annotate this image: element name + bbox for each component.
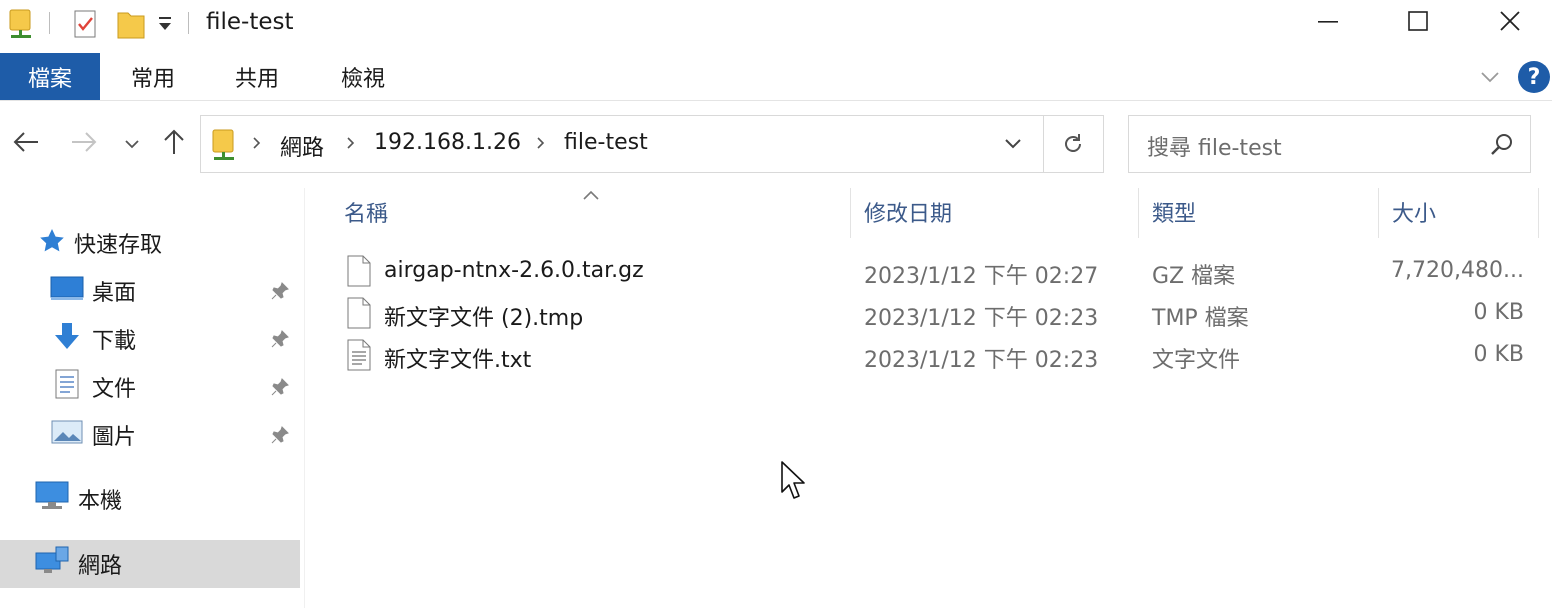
properties-check-icon[interactable]	[72, 8, 100, 44]
chevron-down-icon	[124, 135, 140, 154]
file-row[interactable]: 新文字文件.txt 2023/1/12 下午 02:23 文字文件 0 KB	[336, 335, 1536, 375]
chevron-right-icon	[345, 132, 357, 158]
file-icon	[346, 296, 372, 334]
file-name: 新文字文件.txt	[384, 348, 532, 373]
ribbon-tabs: 檔案 常用 共用 檢視 ?	[0, 53, 1562, 101]
navigation-pane: 快速存取 桌面 下載 文件 圖片 本機 網路	[0, 188, 305, 608]
file-name: 新文字文件 (2).tmp	[384, 306, 584, 331]
nav-item-this-pc[interactable]: 本機	[34, 477, 300, 521]
search-box[interactable]: 搜尋 file-test	[1128, 115, 1531, 173]
file-type: TMP 檔案	[1152, 306, 1249, 331]
title-bar: file-test	[0, 0, 1562, 48]
nav-label: 網路	[78, 554, 123, 579]
nav-label: 文件	[92, 377, 137, 402]
search-icon[interactable]	[1489, 132, 1515, 162]
nav-quick-access[interactable]: 快速存取	[38, 221, 298, 265]
forward-button[interactable]	[64, 123, 104, 165]
recent-locations-button[interactable]	[118, 123, 146, 165]
window-edge	[1552, 0, 1562, 608]
expand-ribbon-icon[interactable]	[1478, 67, 1502, 91]
file-row[interactable]: airgap-ntnx-2.6.0.tar.gz 2023/1/12 下午 02…	[336, 251, 1536, 291]
tab-home[interactable]: 常用	[108, 53, 198, 100]
network-folder-icon[interactable]	[8, 8, 34, 44]
arrow-right-icon	[70, 130, 98, 158]
pin-icon[interactable]	[270, 329, 290, 355]
up-button[interactable]	[156, 123, 192, 165]
column-header-size[interactable]: 大小	[1392, 196, 1436, 228]
new-folder-icon[interactable]	[116, 8, 146, 44]
file-size: 0 KB	[1473, 342, 1524, 367]
column-divider[interactable]	[1138, 188, 1139, 238]
back-button[interactable]	[6, 123, 46, 165]
column-divider[interactable]	[1378, 188, 1379, 238]
file-size: 7,720,480...	[1391, 258, 1524, 283]
network-icon	[34, 545, 70, 583]
toolbar-separator	[49, 12, 50, 34]
pin-icon[interactable]	[270, 377, 290, 403]
toolbar-separator	[188, 12, 189, 34]
address-bar[interactable]: 網路 192.168.1.26 file-test	[200, 115, 1104, 173]
maximize-button[interactable]	[1372, 0, 1464, 46]
address-divider	[1043, 116, 1044, 172]
window-title: file-test	[206, 9, 294, 35]
close-button[interactable]	[1464, 0, 1556, 46]
text-file-icon	[346, 338, 372, 376]
computer-icon	[34, 480, 70, 518]
nav-label: 本機	[78, 489, 123, 514]
column-header-type[interactable]: 類型	[1152, 196, 1196, 228]
nav-item-pictures[interactable]: 圖片	[50, 413, 300, 457]
nav-item-downloads[interactable]: 下載	[50, 317, 300, 361]
column-header-name[interactable]: 名稱	[344, 196, 388, 228]
refresh-icon[interactable]	[1061, 132, 1085, 160]
chevron-right-icon	[251, 132, 263, 158]
file-modified: 2023/1/12 下午 02:23	[864, 306, 1099, 331]
address-history-dropdown[interactable]	[1003, 136, 1023, 156]
network-location-icon	[211, 128, 237, 166]
search-input[interactable]: 搜尋 file-test	[1147, 130, 1282, 162]
minimize-icon	[1316, 9, 1340, 37]
mouse-cursor-icon	[780, 460, 808, 506]
customize-dropdown-icon[interactable]	[156, 14, 176, 38]
nav-item-documents[interactable]: 文件	[50, 365, 300, 409]
file-modified: 2023/1/12 下午 02:27	[864, 264, 1099, 289]
file-icon	[346, 254, 372, 292]
breadcrumb-folder[interactable]: file-test	[564, 130, 648, 155]
star-icon	[38, 227, 66, 259]
pin-icon[interactable]	[270, 281, 290, 307]
minimize-button[interactable]	[1282, 0, 1374, 46]
chevron-right-icon	[535, 132, 547, 158]
close-icon	[1498, 9, 1522, 37]
documents-icon	[50, 369, 84, 405]
nav-label: 桌面	[92, 281, 137, 306]
nav-item-desktop[interactable]: 桌面	[50, 269, 300, 313]
nav-label: 快速存取	[74, 233, 163, 258]
arrow-up-icon	[162, 128, 186, 160]
column-header-date-modified[interactable]: 修改日期	[864, 196, 952, 228]
tab-view[interactable]: 檢視	[318, 53, 408, 100]
pin-icon[interactable]	[270, 425, 290, 451]
tab-file[interactable]: 檔案	[0, 53, 100, 100]
download-icon	[50, 321, 84, 357]
pictures-icon	[50, 417, 84, 453]
nav-item-network[interactable]: 網路	[0, 540, 300, 588]
column-divider[interactable]	[850, 188, 851, 238]
maximize-icon	[1406, 9, 1430, 37]
file-name: airgap-ntnx-2.6.0.tar.gz	[384, 258, 644, 283]
help-button[interactable]: ?	[1518, 61, 1550, 93]
breadcrumb-network[interactable]: 網路	[280, 130, 324, 162]
breadcrumb-host[interactable]: 192.168.1.26	[374, 130, 521, 155]
nav-label: 圖片	[92, 425, 137, 450]
desktop-icon	[50, 274, 84, 308]
tab-share[interactable]: 共用	[212, 53, 302, 100]
file-row[interactable]: 新文字文件 (2).tmp 2023/1/12 下午 02:23 TMP 檔案 …	[336, 293, 1536, 333]
sort-ascending-icon	[582, 186, 600, 205]
nav-label: 下載	[92, 329, 137, 354]
arrow-left-icon	[12, 130, 40, 158]
file-modified: 2023/1/12 下午 02:23	[864, 348, 1099, 373]
file-type: 文字文件	[1152, 348, 1241, 373]
column-divider[interactable]	[1538, 188, 1539, 238]
file-size: 0 KB	[1473, 300, 1524, 325]
file-type: GZ 檔案	[1152, 264, 1236, 289]
